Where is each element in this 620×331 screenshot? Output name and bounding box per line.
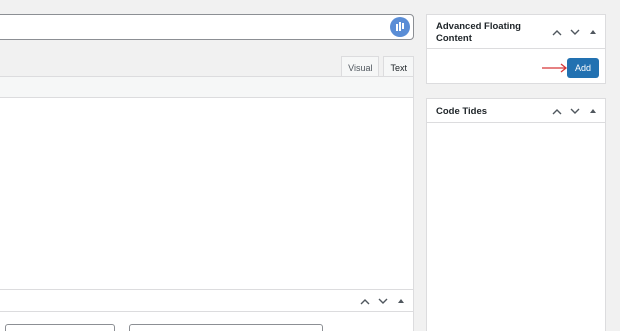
panel-header: Code Tides bbox=[427, 99, 605, 123]
meta-box bbox=[0, 289, 414, 331]
panel-title: Advanced Floating Content bbox=[436, 21, 521, 44]
meta-field-right[interactable] bbox=[129, 324, 323, 331]
content-editor: Visual Text bbox=[0, 54, 414, 290]
advanced-floating-content-panel: Advanced Floating Content Add bbox=[426, 14, 606, 84]
editor-textarea[interactable] bbox=[0, 98, 414, 290]
move-up-icon[interactable] bbox=[551, 26, 563, 38]
title-helper-icon[interactable] bbox=[390, 17, 410, 37]
move-up-icon[interactable] bbox=[359, 295, 371, 307]
move-down-icon[interactable] bbox=[569, 26, 581, 38]
editor-toolbar bbox=[0, 76, 414, 98]
tab-visual[interactable]: Visual bbox=[341, 56, 380, 78]
meta-box-header bbox=[0, 290, 413, 312]
code-tides-panel: Code Tides bbox=[426, 98, 606, 331]
panel-header: Advanced Floating Content bbox=[427, 15, 605, 49]
collapse-toggle-icon[interactable] bbox=[587, 26, 599, 38]
move-down-icon[interactable] bbox=[569, 105, 581, 117]
post-title-input[interactable] bbox=[0, 14, 414, 40]
collapse-toggle-icon[interactable] bbox=[587, 105, 599, 117]
meta-field-left[interactable] bbox=[5, 324, 115, 331]
collapse-toggle-icon[interactable] bbox=[395, 295, 407, 307]
tab-text[interactable]: Text bbox=[383, 56, 414, 78]
panel-title: Code Tides bbox=[436, 106, 488, 117]
move-up-icon[interactable] bbox=[551, 105, 563, 117]
arrow-right-icon bbox=[542, 63, 568, 73]
add-button[interactable]: Add bbox=[567, 58, 599, 78]
editor-tabs: Visual Text bbox=[337, 54, 414, 78]
move-down-icon[interactable] bbox=[377, 295, 389, 307]
